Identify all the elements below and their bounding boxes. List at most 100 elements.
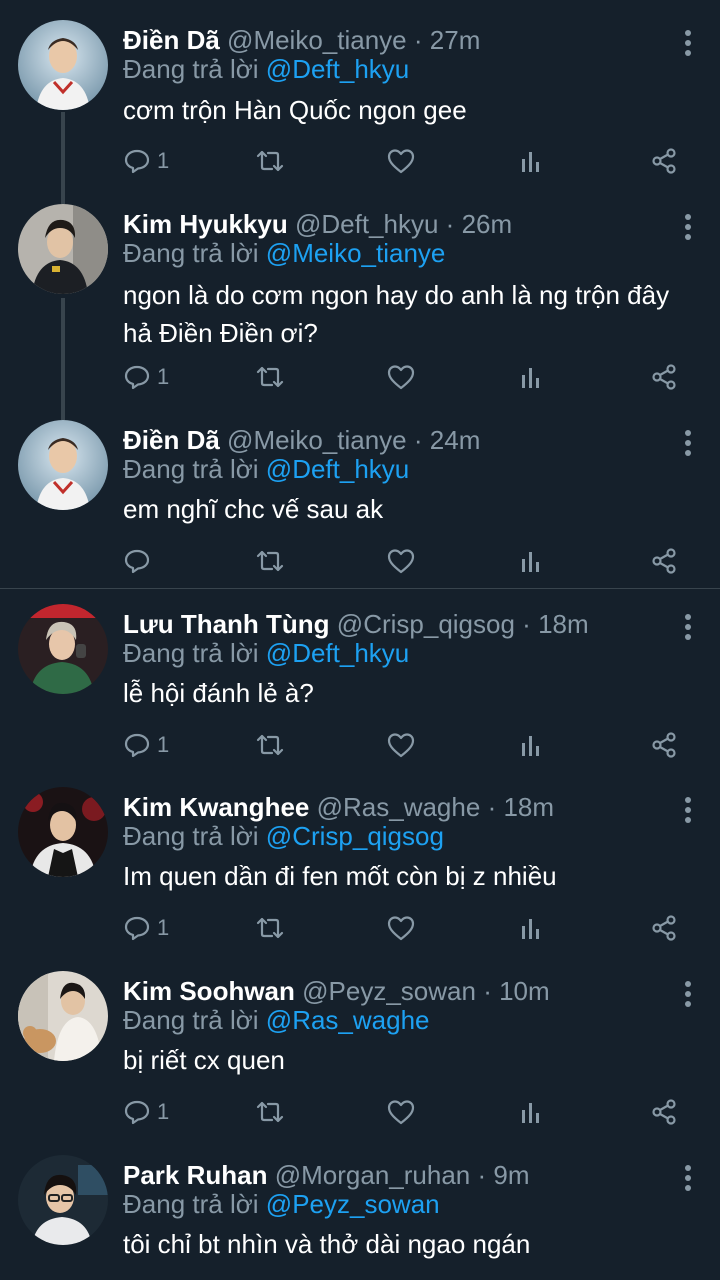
author-handle[interactable]: @Crisp_qigsog	[337, 609, 515, 639]
heart-icon	[387, 549, 415, 574]
share-button[interactable]	[650, 1095, 678, 1129]
author-name[interactable]: Lưu Thanh Tùng	[123, 609, 330, 639]
avatar[interactable]	[18, 971, 108, 1061]
reply-count: 1	[157, 1099, 170, 1124]
timestamp[interactable]: 18m	[538, 609, 589, 639]
reply-button[interactable]: 1	[123, 911, 169, 945]
tweet[interactable]: Điền Dã @Meiko_tianye · 24m Đang trả lời…	[0, 420, 720, 588]
more-options-icon[interactable]	[684, 214, 692, 240]
reply-count: 1	[157, 364, 170, 389]
replying-to: Đang trả lời @Crisp_qigsog	[123, 819, 444, 853]
separator-dot: ·	[413, 425, 423, 455]
analytics-button[interactable]	[520, 144, 544, 178]
timestamp[interactable]: 18m	[503, 792, 554, 822]
tweet[interactable]: Park Ruhan @Morgan_ruhan · 9m Đang trả l…	[0, 1155, 720, 1280]
like-button[interactable]	[386, 911, 416, 945]
author-name[interactable]: Kim Hyukkyu	[123, 209, 288, 239]
more-options-icon[interactable]	[684, 614, 692, 640]
author-handle[interactable]: @Meiko_tianye	[227, 425, 407, 455]
reply-mention[interactable]: @Deft_hkyu	[266, 54, 409, 84]
reply-mention[interactable]: @Peyz_sowan	[266, 1189, 440, 1219]
timestamp[interactable]: 10m	[499, 976, 550, 1006]
tweet-text: em nghĩ chc vế sau ak	[123, 494, 384, 524]
more-options-icon[interactable]	[684, 797, 692, 823]
timestamp[interactable]: 9m	[493, 1160, 529, 1190]
avatar[interactable]	[18, 604, 108, 694]
timestamp[interactable]: 24m	[430, 425, 481, 455]
more-options-icon[interactable]	[684, 30, 692, 56]
avatar[interactable]	[18, 20, 108, 110]
author-handle[interactable]: @Deft_hkyu	[295, 209, 438, 239]
reply-button[interactable]: 1	[123, 360, 169, 394]
share-button[interactable]	[650, 544, 678, 578]
reply-button[interactable]: 1	[123, 1095, 169, 1129]
tweet[interactable]: Điền Dã @Meiko_tianye · 27m Đang trả lời…	[0, 20, 720, 200]
author-handle[interactable]: @Peyz_sowan	[302, 976, 476, 1006]
analytics-icon	[522, 736, 539, 756]
retweet-button[interactable]	[254, 360, 286, 394]
reply-mention[interactable]: @Deft_hkyu	[266, 638, 409, 668]
like-button[interactable]	[386, 544, 416, 578]
like-button[interactable]	[386, 1095, 416, 1129]
reply-button[interactable]: 1	[123, 728, 169, 762]
author-handle[interactable]: @Meiko_tianye	[227, 25, 407, 55]
author-name[interactable]: Điền Dã	[123, 25, 220, 55]
like-button[interactable]	[386, 360, 416, 394]
avatar[interactable]	[18, 204, 108, 294]
avatar[interactable]	[18, 1155, 108, 1245]
reply-count: 1	[157, 148, 170, 173]
avatar[interactable]	[18, 787, 108, 877]
like-button[interactable]	[386, 144, 416, 178]
analytics-button[interactable]	[520, 1095, 544, 1129]
retweet-button[interactable]	[254, 144, 286, 178]
reply-button[interactable]	[123, 544, 157, 578]
tweet[interactable]: Kim Kwanghee @Ras_waghe · 18m Đang trả l…	[0, 787, 720, 963]
reply-button[interactable]: 1	[123, 144, 169, 178]
retweet-icon	[256, 917, 284, 939]
more-options-icon[interactable]	[684, 430, 692, 456]
share-button[interactable]	[650, 911, 678, 945]
retweet-icon	[256, 1101, 284, 1123]
replying-label: Đang trả lời	[123, 54, 259, 84]
analytics-button[interactable]	[520, 911, 544, 945]
analytics-icon	[522, 152, 539, 172]
reply-mention[interactable]: @Crisp_qigsog	[266, 821, 444, 851]
more-options-icon[interactable]	[684, 1165, 692, 1191]
author-handle[interactable]: @Ras_waghe	[317, 792, 481, 822]
reply-icon	[124, 365, 150, 390]
reply-mention[interactable]: @Deft_hkyu	[266, 454, 409, 484]
tweet[interactable]: Lưu Thanh Tùng @Crisp_qigsog · 18m Đang …	[0, 604, 720, 780]
retweet-button[interactable]	[254, 544, 286, 578]
retweet-button[interactable]	[254, 728, 286, 762]
share-button[interactable]	[650, 728, 678, 762]
replying-label: Đang trả lời	[123, 638, 259, 668]
author-handle[interactable]: @Morgan_ruhan	[275, 1160, 471, 1190]
reply-icon	[124, 549, 150, 574]
share-icon	[652, 148, 676, 174]
avatar[interactable]	[18, 420, 108, 510]
more-options-icon[interactable]	[684, 981, 692, 1007]
share-icon	[652, 548, 676, 574]
timestamp[interactable]: 27m	[430, 25, 481, 55]
like-button[interactable]	[386, 728, 416, 762]
share-button[interactable]	[650, 360, 678, 394]
retweet-button[interactable]	[254, 1095, 286, 1129]
retweet-button[interactable]	[254, 911, 286, 945]
author-name[interactable]: Kim Soohwan	[123, 976, 295, 1006]
timestamp[interactable]: 26m	[462, 209, 513, 239]
tweet-text: bị riết cx quen	[123, 1045, 285, 1075]
share-button[interactable]	[650, 144, 678, 178]
analytics-button[interactable]	[520, 360, 544, 394]
author-name[interactable]: Điền Dã	[123, 425, 220, 455]
tweet[interactable]: Kim Soohwan @Peyz_sowan · 10m Đang trả l…	[0, 971, 720, 1147]
heart-icon	[387, 916, 415, 941]
tweet[interactable]: Kim Hyukkyu @Deft_hkyu · 26m Đang trả lờ…	[0, 204, 720, 416]
author-name[interactable]: Park Ruhan	[123, 1160, 268, 1190]
share-icon	[652, 732, 676, 758]
reply-mention[interactable]: @Ras_waghe	[266, 1005, 430, 1035]
analytics-button[interactable]	[520, 728, 544, 762]
author-name[interactable]: Kim Kwanghee	[123, 792, 309, 822]
thread-divider	[0, 588, 720, 589]
analytics-button[interactable]	[520, 544, 544, 578]
reply-mention[interactable]: @Meiko_tianye	[266, 238, 446, 268]
